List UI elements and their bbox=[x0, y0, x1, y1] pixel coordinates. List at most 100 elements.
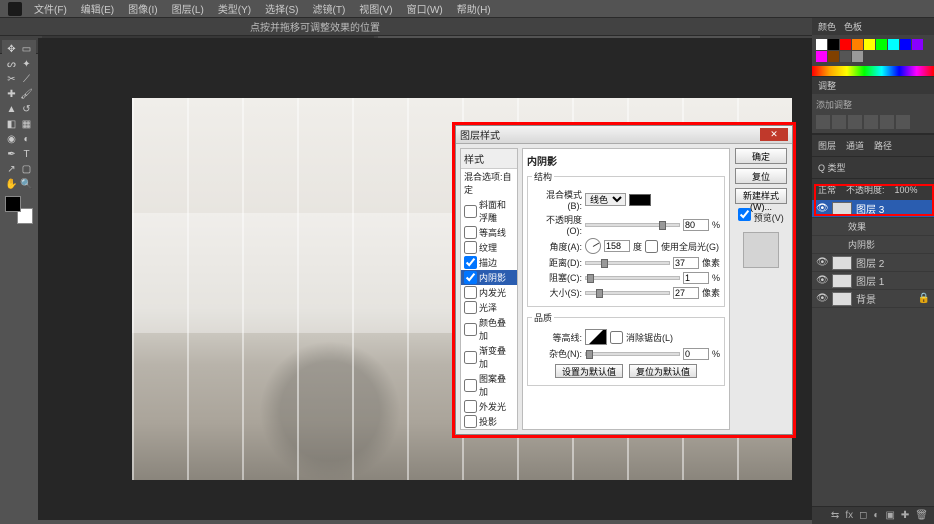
swatch[interactable] bbox=[900, 39, 911, 50]
adjustment-layer-icon[interactable]: ◐ bbox=[873, 510, 879, 521]
adj-icon[interactable] bbox=[832, 115, 846, 129]
visibility-icon[interactable]: 👁 bbox=[816, 203, 828, 214]
marquee-tool-icon[interactable]: ▭ bbox=[19, 42, 34, 57]
opacity-value[interactable]: 100% bbox=[895, 185, 918, 195]
style-光泽[interactable]: 光泽 bbox=[461, 300, 517, 315]
menu-edit[interactable]: 编辑(E) bbox=[75, 0, 120, 18]
style-图案叠加[interactable]: 图案叠加 bbox=[461, 371, 517, 399]
shadow-color-swatch[interactable] bbox=[629, 194, 651, 206]
style-checkbox[interactable] bbox=[464, 256, 477, 269]
fg-color-icon[interactable] bbox=[5, 196, 21, 212]
crop-tool-icon[interactable]: ✂ bbox=[4, 72, 19, 87]
visibility-icon[interactable]: 👁 bbox=[816, 275, 828, 286]
layer-filter[interactable]: Q 类型 bbox=[818, 161, 846, 174]
hand-tool-icon[interactable]: ✋ bbox=[4, 177, 19, 192]
style-checkbox[interactable] bbox=[464, 400, 477, 413]
swatch[interactable] bbox=[816, 51, 827, 62]
angle-input[interactable] bbox=[604, 240, 630, 252]
adj-icon[interactable] bbox=[896, 115, 910, 129]
style-投影[interactable]: 投影 bbox=[461, 414, 517, 429]
distance-slider[interactable] bbox=[585, 261, 670, 265]
wand-tool-icon[interactable]: ✦ bbox=[19, 57, 34, 72]
swatch[interactable] bbox=[864, 39, 875, 50]
layer-row[interactable]: 👁图层 3 bbox=[812, 200, 934, 218]
preview-checkbox[interactable] bbox=[738, 208, 751, 221]
swatch[interactable] bbox=[912, 39, 923, 50]
choke-slider[interactable] bbox=[585, 276, 680, 280]
ok-button[interactable]: 确定 bbox=[735, 148, 787, 164]
global-light-checkbox[interactable] bbox=[645, 240, 658, 253]
reset-default-button[interactable]: 复位为默认值 bbox=[629, 364, 697, 378]
layer-row[interactable]: 内阴影 bbox=[812, 236, 934, 254]
new-layer-icon[interactable]: ✚ bbox=[901, 510, 909, 521]
menu-help[interactable]: 帮助(H) bbox=[451, 0, 497, 18]
layers-tab[interactable]: 图层 bbox=[818, 139, 836, 152]
lasso-tool-icon[interactable]: ᔕ bbox=[4, 57, 19, 72]
adj-icon[interactable] bbox=[848, 115, 862, 129]
style-等高线[interactable]: 等高线 bbox=[461, 225, 517, 240]
trash-icon[interactable]: 🗑 bbox=[915, 510, 928, 521]
menu-filter[interactable]: 滤镜(T) bbox=[307, 0, 352, 18]
eraser-tool-icon[interactable]: ◧ bbox=[4, 117, 19, 132]
antialias-checkbox[interactable] bbox=[610, 331, 623, 344]
swatch[interactable] bbox=[888, 39, 899, 50]
heal-tool-icon[interactable]: ✚ bbox=[4, 87, 19, 102]
color-tab[interactable]: 颜色 bbox=[818, 20, 836, 33]
channels-tab[interactable]: 通道 bbox=[846, 139, 864, 152]
distance-input[interactable] bbox=[673, 257, 699, 269]
eyedropper-tool-icon[interactable]: ⟋ bbox=[19, 72, 34, 87]
zoom-tool-icon[interactable]: 🔍 bbox=[19, 177, 34, 192]
style-纹理[interactable]: 纹理 bbox=[461, 240, 517, 255]
menu-view[interactable]: 视图(V) bbox=[353, 0, 398, 18]
menu-type[interactable]: 类型(Y) bbox=[212, 0, 257, 18]
fx-icon[interactable]: fx bbox=[845, 510, 853, 521]
style-checkbox[interactable] bbox=[464, 205, 477, 218]
adj-icon[interactable] bbox=[864, 115, 878, 129]
layer-row[interactable]: 👁图层 1 bbox=[812, 272, 934, 290]
style-checkbox[interactable] bbox=[464, 286, 477, 299]
visibility-icon[interactable]: 👁 bbox=[816, 257, 828, 268]
new-style-button[interactable]: 新建样式(W)... bbox=[735, 188, 787, 204]
adj-icon[interactable] bbox=[816, 115, 830, 129]
menu-file[interactable]: 文件(F) bbox=[28, 0, 73, 18]
history-brush-icon[interactable]: ↺ bbox=[19, 102, 34, 117]
menu-layer[interactable]: 图层(L) bbox=[166, 0, 210, 18]
style-checkbox[interactable] bbox=[464, 379, 477, 392]
style-斜面和浮雕[interactable]: 斜面和浮雕 bbox=[461, 197, 517, 225]
size-input[interactable] bbox=[673, 287, 699, 299]
layer-row[interactable]: 👁图层 2 bbox=[812, 254, 934, 272]
stamp-tool-icon[interactable]: ▲ bbox=[4, 102, 19, 117]
cancel-button[interactable]: 复位 bbox=[735, 168, 787, 184]
noise-input[interactable] bbox=[683, 348, 709, 360]
pen-tool-icon[interactable]: ✒ bbox=[4, 147, 19, 162]
choke-input[interactable] bbox=[683, 272, 709, 284]
style-checkbox[interactable] bbox=[464, 323, 477, 336]
opacity-input[interactable] bbox=[683, 219, 709, 231]
swatch[interactable] bbox=[852, 51, 863, 62]
swatch[interactable] bbox=[816, 39, 827, 50]
style-checkbox[interactable] bbox=[464, 241, 477, 254]
style-外发光[interactable]: 外发光 bbox=[461, 399, 517, 414]
swatch[interactable] bbox=[840, 39, 851, 50]
style-内阴影[interactable]: 内阴影 bbox=[461, 270, 517, 285]
type-tool-icon[interactable]: T bbox=[19, 147, 34, 162]
menu-image[interactable]: 图像(I) bbox=[122, 0, 163, 18]
opacity-slider[interactable] bbox=[585, 223, 680, 227]
fg-bg-swatch[interactable] bbox=[5, 196, 33, 224]
dialog-titlebar[interactable]: 图层样式 ✕ bbox=[456, 126, 792, 144]
style-颜色叠加[interactable]: 颜色叠加 bbox=[461, 315, 517, 343]
paths-tab[interactable]: 路径 bbox=[874, 139, 892, 152]
style-checkbox[interactable] bbox=[464, 415, 477, 428]
hue-strip[interactable] bbox=[812, 66, 934, 76]
shape-tool-icon[interactable]: ▢ bbox=[19, 162, 34, 177]
adjust-tab[interactable]: 调整 bbox=[818, 79, 836, 92]
brush-tool-icon[interactable]: 🖌 bbox=[19, 87, 34, 102]
swatch[interactable] bbox=[828, 51, 839, 62]
style-checkbox[interactable] bbox=[464, 271, 477, 284]
blend-mode-select[interactable]: 正常 bbox=[818, 183, 836, 196]
size-slider[interactable] bbox=[585, 291, 670, 295]
style-内发光[interactable]: 内发光 bbox=[461, 285, 517, 300]
menu-window[interactable]: 窗口(W) bbox=[401, 0, 449, 18]
link-layers-icon[interactable]: ⇆ bbox=[831, 510, 839, 521]
style-渐变叠加[interactable]: 渐变叠加 bbox=[461, 343, 517, 371]
